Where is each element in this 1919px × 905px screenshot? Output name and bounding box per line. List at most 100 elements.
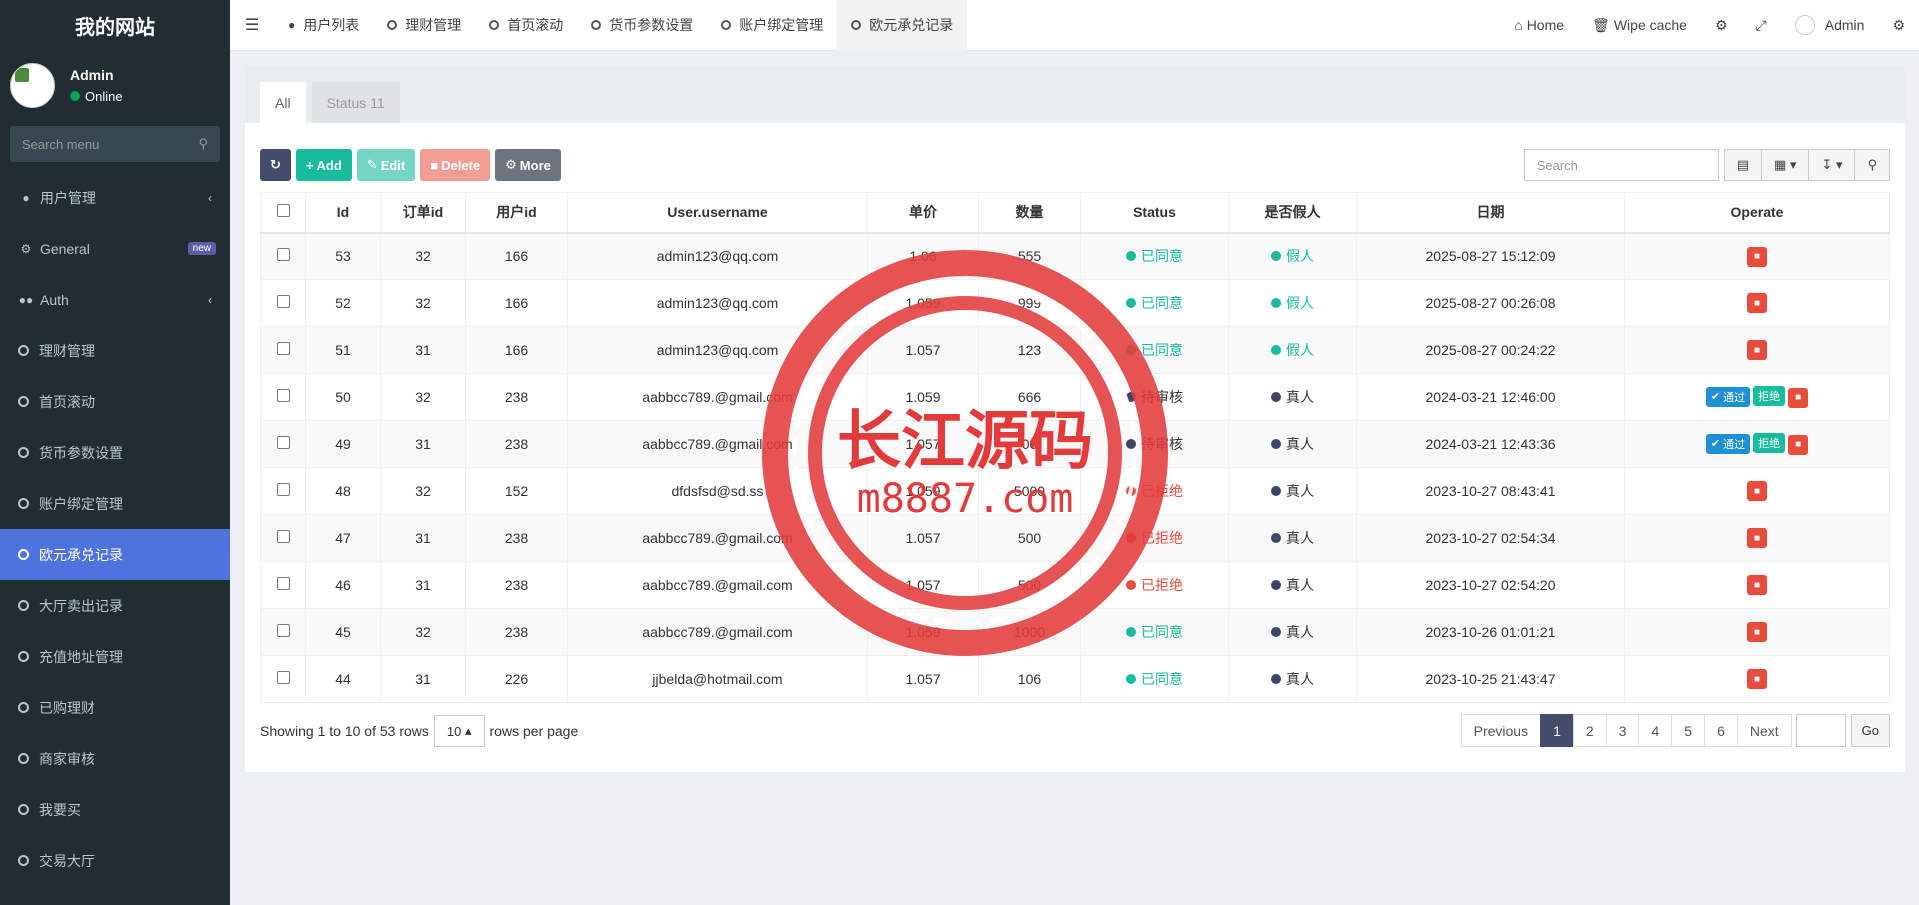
wipe-cache-button[interactable]: 🗑 Wipe cache: [1578, 17, 1701, 34]
tab-all[interactable]: All: [260, 82, 306, 123]
tab-account-binding[interactable]: 账户绑定管理: [707, 0, 837, 51]
delete-button[interactable]: ■ Delete: [420, 149, 491, 181]
columns-icon[interactable]: ▦ ▾: [1761, 149, 1810, 181]
status-badge[interactable]: 已同意: [1126, 340, 1183, 360]
translate-icon[interactable]: ⚙: [1701, 17, 1742, 34]
settings-icon[interactable]: ⚙: [1878, 17, 1919, 34]
row-checkbox[interactable]: [276, 624, 290, 637]
home-link[interactable]: ⌂ Home: [1500, 17, 1578, 33]
row-checkbox[interactable]: [276, 483, 290, 496]
fake-badge[interactable]: 真人: [1271, 481, 1314, 501]
page-jump-input[interactable]: [1795, 714, 1846, 747]
sidebar-item-1[interactable]: ⚙ General new: [0, 223, 230, 274]
row-checkbox[interactable]: [276, 295, 290, 308]
sidebar-item-6[interactable]: 账户绑定管理: [0, 478, 230, 529]
status-badge[interactable]: 待审核: [1126, 387, 1183, 407]
tab-currency-params[interactable]: 货币参数设置: [577, 0, 707, 51]
row-checkbox[interactable]: [276, 530, 290, 543]
page-6[interactable]: 6: [1704, 714, 1738, 747]
delete-row-button[interactable]: ■: [1788, 387, 1809, 408]
reject-button[interactable]: 拒绝: [1753, 386, 1786, 407]
row-checkbox[interactable]: [276, 342, 290, 355]
next-page-button[interactable]: Next: [1736, 714, 1792, 747]
row-checkbox[interactable]: [276, 436, 290, 449]
col-date[interactable]: 日期: [1356, 192, 1625, 234]
sidebar-item-12[interactable]: 我要买: [0, 784, 230, 835]
fake-badge[interactable]: 真人: [1271, 622, 1314, 642]
tab-home-scroll[interactable]: 首页滚动: [475, 0, 577, 51]
status-badge[interactable]: 已同意: [1126, 246, 1183, 266]
add-button[interactable]: + Add: [295, 149, 352, 181]
row-checkbox[interactable]: [276, 389, 290, 402]
tab-user-list[interactable]: ● 用户列表: [274, 0, 373, 51]
search-menu-input[interactable]: Search menu ⚲: [10, 126, 220, 162]
status-badge[interactable]: 已同意: [1126, 669, 1183, 689]
delete-row-button[interactable]: ■: [1747, 575, 1767, 596]
fake-badge[interactable]: 假人: [1271, 340, 1314, 360]
sidebar-item-10[interactable]: 已购理财: [0, 682, 230, 733]
sidebar-item-11[interactable]: 商家审核: [0, 733, 230, 784]
sidebar-item-4[interactable]: 首页滚动: [0, 376, 230, 427]
fullscreen-icon[interactable]: ⤢: [1742, 17, 1781, 34]
tab-euro-exchange[interactable]: 欧元承兑记录: [837, 0, 968, 51]
page-size-select[interactable]: 10 ▴: [433, 715, 485, 747]
tab-status-11[interactable]: Status 11: [311, 82, 400, 123]
fake-badge[interactable]: 真人: [1271, 575, 1314, 595]
delete-row-button[interactable]: ■: [1747, 246, 1767, 267]
more-button[interactable]: ⚙ More: [495, 149, 561, 181]
sidebar-item-8[interactable]: 大厅卖出记录: [0, 580, 230, 631]
search-input[interactable]: Search: [1523, 149, 1719, 181]
col-order-id[interactable]: 订单id: [380, 192, 466, 234]
prev-page-button[interactable]: Previous: [1460, 714, 1542, 747]
export-icon[interactable]: ↧ ▾: [1808, 149, 1856, 181]
delete-row-button[interactable]: ■: [1747, 622, 1767, 643]
approve-button[interactable]: ✔ 通过: [1705, 386, 1751, 407]
delete-row-button[interactable]: ■: [1747, 528, 1767, 549]
col-user-id[interactable]: 用户id: [465, 192, 568, 234]
fake-badge[interactable]: 真人: [1271, 528, 1314, 548]
reject-button[interactable]: 拒绝: [1753, 433, 1786, 454]
delete-row-button[interactable]: ■: [1747, 481, 1767, 502]
page-2[interactable]: 2: [1572, 714, 1607, 747]
fake-badge[interactable]: 假人: [1271, 246, 1314, 266]
status-badge[interactable]: 已拒绝: [1126, 481, 1183, 501]
row-checkbox[interactable]: [276, 577, 290, 590]
delete-row-button[interactable]: ■: [1747, 293, 1767, 314]
col-id[interactable]: Id: [305, 192, 381, 234]
col-username[interactable]: User.username: [567, 192, 868, 234]
user-menu[interactable]: Admin: [1781, 15, 1879, 35]
page-1[interactable]: 1: [1540, 714, 1574, 747]
delete-row-button[interactable]: ■: [1788, 434, 1809, 455]
delete-row-button[interactable]: ■: [1747, 669, 1767, 690]
delete-row-button[interactable]: ■: [1747, 340, 1767, 361]
sidebar-item-0[interactable]: ● 用户管理 ‹: [0, 172, 230, 223]
edit-button[interactable]: ✎ Edit: [356, 149, 416, 181]
status-badge[interactable]: 待审核: [1126, 434, 1183, 454]
toggle-view-icon[interactable]: ▤: [1723, 149, 1763, 181]
col-price[interactable]: 单价: [867, 192, 979, 234]
status-badge[interactable]: 已拒绝: [1126, 575, 1183, 595]
status-badge[interactable]: 已同意: [1126, 622, 1183, 642]
col-qty[interactable]: 数量: [978, 192, 1081, 234]
page-5[interactable]: 5: [1671, 714, 1706, 747]
row-checkbox[interactable]: [276, 248, 290, 262]
sidebar-item-13[interactable]: 交易大厅: [0, 835, 230, 886]
col-fake[interactable]: 是否假人: [1228, 192, 1357, 234]
sidebar-item-9[interactable]: 充值地址管理: [0, 631, 230, 682]
page-4[interactable]: 4: [1638, 714, 1673, 747]
page-3[interactable]: 3: [1605, 714, 1640, 747]
go-button[interactable]: Go: [1850, 714, 1890, 747]
row-checkbox[interactable]: [276, 671, 290, 684]
search-icon[interactable]: ⚲: [1854, 149, 1890, 181]
sidebar-item-3[interactable]: 理财管理: [0, 325, 230, 376]
approve-button[interactable]: ✔ 通过: [1705, 433, 1751, 454]
col-status[interactable]: Status: [1080, 192, 1229, 234]
brand-logo[interactable]: 我的网站: [0, 0, 230, 50]
sidebar-item-7[interactable]: 欧元承兑记录: [0, 529, 230, 580]
tab-finance[interactable]: 理财管理: [373, 0, 475, 51]
menu-toggle-icon[interactable]: ☰: [230, 15, 274, 35]
fake-badge[interactable]: 真人: [1271, 669, 1314, 689]
refresh-button[interactable]: ↻: [260, 149, 291, 181]
fake-badge[interactable]: 真人: [1271, 387, 1314, 407]
select-all-checkbox[interactable]: [276, 204, 290, 218]
